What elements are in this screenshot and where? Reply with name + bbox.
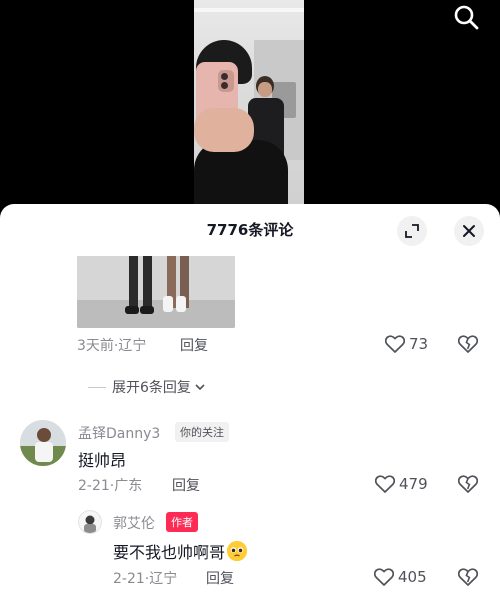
comment-text: 挺帅昂 — [78, 451, 127, 470]
expand-replies-button[interactable]: 展开6条回复 — [88, 377, 207, 397]
like-count: 479 — [399, 475, 428, 493]
reply-button[interactable]: 回复 — [172, 475, 200, 495]
expand-corner-icon — [405, 224, 419, 238]
comment-panel: 7776条评论 3天前·辽宁 回复 73 展开6条回复 孟铎Danny3 你的关… — [0, 204, 500, 602]
broken-heart-icon — [458, 475, 478, 493]
video-selfie-person — [194, 40, 288, 215]
broken-heart-icon — [458, 568, 478, 586]
expand-panel-button[interactable] — [397, 216, 427, 246]
reply-time-location: 2-21·辽宁 — [113, 571, 178, 587]
dislike-button[interactable] — [457, 333, 479, 355]
chevron-down-icon — [195, 384, 205, 391]
panel-header: 7776条评论 — [0, 204, 500, 256]
pleading-face-emoji — [227, 541, 248, 561]
like-count: 73 — [409, 335, 429, 353]
heart-outline-icon — [374, 568, 394, 586]
close-panel-button[interactable] — [454, 216, 484, 246]
heart-outline-icon — [385, 335, 405, 353]
comment-time-location: 3天前·辽宁 — [77, 338, 147, 354]
search-icon — [454, 5, 479, 30]
like-button[interactable]: 73 — [385, 333, 428, 355]
heart-outline-icon — [375, 475, 395, 493]
search-button[interactable] — [446, 0, 486, 34]
video-frame — [194, 0, 304, 215]
author-avatar[interactable] — [78, 510, 102, 534]
reply-button[interactable]: 回复 — [180, 335, 208, 355]
expand-replies-label: 展开6条回复 — [112, 380, 191, 396]
avatar[interactable] — [20, 420, 66, 466]
comment-image[interactable] — [77, 256, 235, 328]
reply-text: 要不我也帅啊哥 — [113, 543, 226, 562]
comment-time-location: 2-21·广东 — [78, 478, 143, 494]
dislike-button[interactable] — [457, 473, 479, 495]
reply-text-row: 要不我也帅啊哥 — [113, 539, 248, 563]
dislike-button[interactable] — [457, 566, 479, 588]
broken-heart-icon — [458, 335, 478, 353]
like-button[interactable]: 479 — [375, 473, 428, 495]
like-button[interactable]: 405 — [374, 566, 427, 588]
following-badge: 你的关注 — [175, 422, 229, 442]
like-count: 405 — [398, 568, 427, 586]
author-badge: 作者 — [166, 512, 198, 532]
reply-username[interactable]: 郭艾伦 — [113, 513, 155, 533]
expand-divider — [88, 386, 106, 388]
reply-button[interactable]: 回复 — [206, 568, 234, 588]
comment-username[interactable]: 孟铎Danny3 — [78, 423, 160, 443]
close-icon — [463, 225, 475, 237]
video-player[interactable] — [0, 0, 500, 215]
